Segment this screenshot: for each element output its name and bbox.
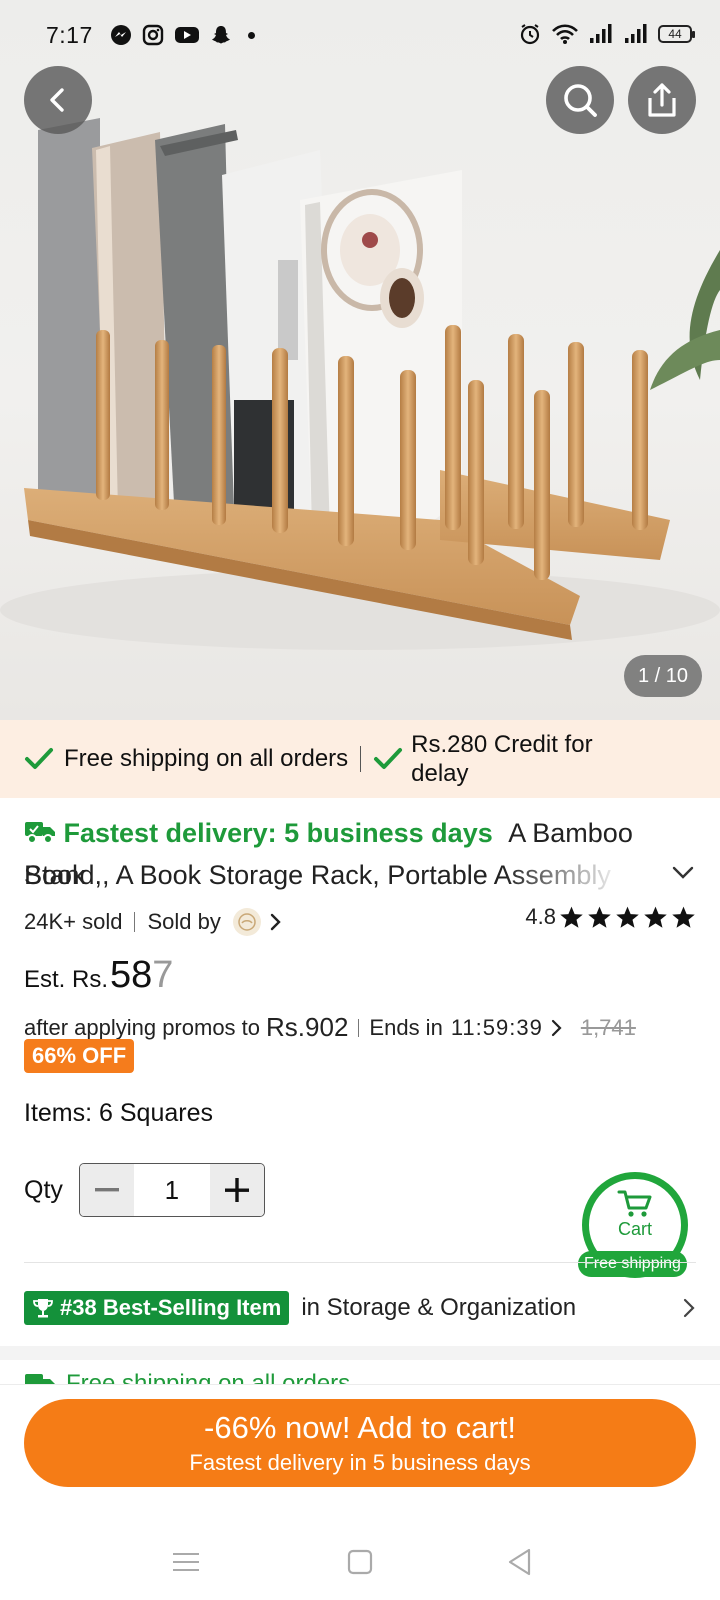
decrease-qty-button[interactable] [79, 1164, 134, 1216]
signal-icon-2 [625, 24, 647, 43]
back-button[interactable] [24, 66, 92, 134]
messenger-icon [111, 25, 131, 45]
minus-icon [94, 1188, 119, 1192]
est-price-faded: 7 [152, 954, 174, 996]
nav-back-button[interactable] [500, 1542, 540, 1582]
countdown-timer: 11:59:39 [450, 1014, 543, 1040]
chevron-down-icon[interactable] [672, 866, 694, 880]
discount-badge: 66% OFF [24, 1039, 135, 1073]
notification-icons [110, 24, 255, 46]
free-shipping-text: Free shipping on all orders [64, 745, 349, 772]
search-button[interactable] [546, 66, 614, 134]
cart-icon [617, 1190, 652, 1217]
status-time: 7:17 [46, 22, 93, 48]
share-icon [648, 83, 676, 117]
original-price: 1,741 [580, 1014, 636, 1040]
est-price-value: 587 [110, 954, 173, 997]
back-triangle-icon [508, 1548, 531, 1576]
back-icon [50, 88, 64, 112]
best-seller-badge: #38 Best-Selling Item [24, 1291, 290, 1325]
chevron-right-icon[interactable] [269, 912, 283, 932]
cart-label: Cart [617, 1219, 652, 1239]
rating[interactable]: 4.8 [525, 904, 696, 930]
section-separator [0, 1346, 720, 1360]
battery-icon: 44 [658, 25, 695, 43]
instagram-icon [142, 24, 164, 46]
quantity-row: Qty 1 [24, 1163, 265, 1217]
star-icon [644, 906, 667, 928]
best-seller-row[interactable]: #38 Best-Selling Item in Storage & Organ… [24, 1290, 696, 1326]
system-nav-bar [0, 1520, 720, 1600]
status-bar: 7:17 44 [0, 0, 720, 72]
chevron-right-icon [683, 1298, 695, 1318]
trophy-icon [33, 1299, 53, 1318]
promo-divider [360, 746, 362, 772]
title-text-line2: Stand,, A Book Storage Rack, Portable As… [24, 860, 611, 890]
shipping-info-row[interactable]: Free shipping on all orders [24, 1364, 696, 1384]
increase-qty-button[interactable] [209, 1164, 264, 1216]
star-icon [672, 906, 695, 928]
truck-icon [25, 822, 55, 844]
nav-home-button[interactable] [340, 1542, 380, 1582]
add-to-cart-label: -66% now! Add to cart! [204, 1410, 516, 1445]
alarm-icon [520, 24, 540, 45]
promo-strip: Free shipping on all orders Rs.280 Credi… [0, 720, 720, 798]
delay-credit-line1: Rs.280 Credit for [411, 731, 593, 758]
home-icon [347, 1549, 373, 1575]
star-icon [616, 906, 639, 928]
system-icons: 44 [518, 22, 695, 46]
delay-credit-promo: Rs.280 Credit for delay [373, 730, 593, 788]
signal-icon [590, 24, 612, 43]
youtube-icon [175, 27, 199, 43]
more-notifications-dot [248, 31, 255, 39]
best-seller-category: in Storage & Organization [301, 1294, 577, 1321]
rating-value: 4.8 [525, 904, 556, 929]
snapchat-icon [212, 26, 230, 44]
sales-seller-row: 24K+ sold Sold by 4.8 [24, 904, 696, 940]
item-variant[interactable]: Items: 6 Squares [24, 1099, 213, 1128]
est-price-label: Est. Rs. [24, 966, 109, 993]
seller-avatar-icon [238, 913, 256, 931]
cart-free-shipping-badge: Free shipping [578, 1251, 687, 1277]
truck-icon [25, 1374, 55, 1384]
sold-by-label: Sold by [147, 909, 221, 934]
battery-level: 44 [668, 27, 682, 41]
estimated-price: Est. Rs. 587 [24, 954, 173, 997]
ends-in-label: Ends in [369, 1014, 443, 1040]
promo-divider [358, 1018, 360, 1037]
items-value: 6 Squares [99, 1099, 213, 1127]
wifi-icon [552, 24, 578, 44]
shipping-info-text: Free shipping on all orders [66, 1370, 351, 1384]
image-counter: 1 / 10 [624, 655, 702, 697]
section-divider [24, 1262, 696, 1263]
best-seller-text: #38 Best-Selling Item [60, 1295, 282, 1320]
add-to-cart-button[interactable]: -66% now! Add to cart! Fastest delivery … [24, 1399, 696, 1487]
star-icon [588, 906, 611, 928]
share-button[interactable] [628, 66, 696, 134]
nav-menu-button[interactable] [166, 1542, 206, 1582]
fastest-delivery-label: Fastest delivery: 5 business days [63, 818, 493, 848]
promo-prefix: after applying promos to [24, 1014, 261, 1040]
free-shipping-promo: Free shipping on all orders [24, 745, 348, 773]
promo-amount: Rs.902 [266, 1012, 349, 1042]
add-to-cart-sublabel: Fastest delivery in 5 business days [189, 1450, 531, 1475]
est-price-main: 58 [110, 954, 153, 996]
delay-credit-line2: delay [411, 760, 469, 787]
plus-icon [224, 1178, 249, 1202]
qty-label: Qty [24, 1175, 63, 1204]
quantity-stepper: 1 [78, 1163, 265, 1217]
check-icon [374, 748, 403, 769]
qty-value[interactable]: 1 [133, 1164, 210, 1216]
chevron-right-icon [551, 1019, 562, 1036]
meta-divider [134, 912, 136, 932]
product-image-gallery[interactable]: 7:17 44 1 / 10 [0, 0, 720, 720]
sold-count: 24K+ sold [24, 909, 123, 934]
seller-logo[interactable] [232, 908, 261, 936]
search-icon [564, 84, 597, 117]
check-icon [25, 748, 53, 769]
menu-icon [173, 1553, 199, 1571]
delay-credit-text: Rs.280 Credit for delay [411, 730, 592, 788]
items-label: Items: [24, 1099, 93, 1127]
star-icon [560, 906, 583, 928]
